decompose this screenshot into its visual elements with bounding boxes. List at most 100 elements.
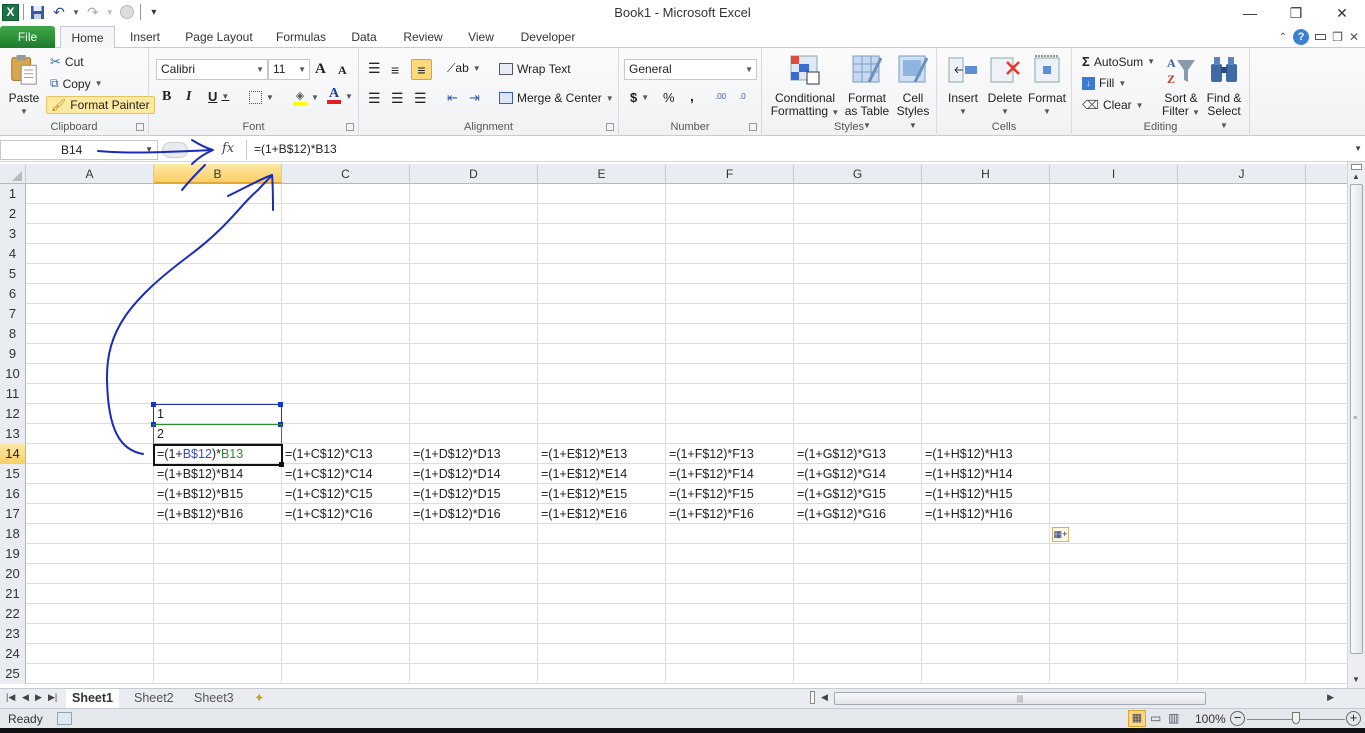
cell-b5[interactable] — [154, 264, 282, 284]
scroll-down-icon[interactable]: ▼ — [1352, 675, 1360, 684]
cell-f3[interactable] — [666, 224, 794, 244]
cell-d8[interactable] — [410, 324, 538, 344]
cell-e7[interactable] — [538, 304, 666, 324]
doc-minimize-icon[interactable] — [1315, 34, 1327, 40]
cell-j6[interactable] — [1178, 284, 1306, 304]
cell-g18[interactable] — [794, 524, 922, 544]
cell-i3[interactable] — [1050, 224, 1178, 244]
cell-b15[interactable]: =(1+B$12)*B14 — [154, 464, 282, 484]
cell-e17[interactable]: =(1+E$12)*E16 — [538, 504, 666, 524]
cell-a25[interactable] — [26, 664, 154, 684]
macro-record-icon[interactable] — [57, 712, 72, 725]
increase-indent-button[interactable]: ⇥ — [469, 90, 480, 106]
cell-e6[interactable] — [538, 284, 666, 304]
paste-button[interactable]: Paste ▼ — [6, 54, 42, 118]
cell-i24[interactable] — [1050, 644, 1178, 664]
cell-i19[interactable] — [1050, 544, 1178, 564]
format-painter-button[interactable]: 🖌 Format Painter — [46, 96, 155, 114]
formula-input[interactable]: =(1+B$12)*B13 — [246, 140, 1353, 160]
align-left-button[interactable]: ☰ — [368, 90, 381, 107]
font-name-select[interactable]: Calibri ▼ — [156, 59, 268, 80]
cell-b2[interactable] — [154, 204, 282, 224]
number-launcher-icon[interactable] — [749, 123, 757, 131]
cell-i5[interactable] — [1050, 264, 1178, 284]
row-header-11[interactable]: 11 — [0, 384, 26, 404]
cell-a2[interactable] — [26, 204, 154, 224]
underline-button[interactable]: U ▼ — [208, 89, 229, 104]
row-header-19[interactable]: 19 — [0, 544, 26, 564]
row-header-1[interactable]: 1 — [0, 184, 26, 204]
cell-h18[interactable] — [922, 524, 1050, 544]
cell-g3[interactable] — [794, 224, 922, 244]
cut-button[interactable]: ✂ Cut — [50, 54, 84, 70]
autosum-button[interactable]: Σ AutoSum ▼ — [1082, 54, 1155, 69]
range-handle[interactable] — [278, 422, 283, 427]
column-header-j[interactable]: J — [1178, 164, 1306, 184]
column-header-h[interactable]: H — [922, 164, 1050, 184]
cell-b4[interactable] — [154, 244, 282, 264]
cell-i21[interactable] — [1050, 584, 1178, 604]
cell-a4[interactable] — [26, 244, 154, 264]
format-cells-button[interactable]: Format ▼ — [1025, 54, 1069, 118]
cell-d6[interactable] — [410, 284, 538, 304]
cell-i25[interactable] — [1050, 664, 1178, 684]
zoom-slider-thumb[interactable] — [1292, 712, 1300, 724]
row-header-6[interactable]: 6 — [0, 284, 26, 304]
cell-f10[interactable] — [666, 364, 794, 384]
cell-b13[interactable]: 2 — [154, 424, 282, 444]
cell-f7[interactable] — [666, 304, 794, 324]
cell-i2[interactable] — [1050, 204, 1178, 224]
cell-d17[interactable]: =(1+D$12)*D16 — [410, 504, 538, 524]
row-header-17[interactable]: 17 — [0, 504, 26, 524]
cell-h8[interactable] — [922, 324, 1050, 344]
scroll-up-icon[interactable]: ▲ — [1352, 172, 1360, 181]
cell-d16[interactable]: =(1+D$12)*D15 — [410, 484, 538, 504]
cell-b14[interactable]: =(1+B$12)*B13 — [154, 444, 282, 464]
cell-j4[interactable] — [1178, 244, 1306, 264]
cell-d15[interactable]: =(1+D$12)*D14 — [410, 464, 538, 484]
font-color-button[interactable]: A ▼ — [327, 87, 353, 104]
cell-h5[interactable] — [922, 264, 1050, 284]
cell-f24[interactable] — [666, 644, 794, 664]
cell-c9[interactable] — [282, 344, 410, 364]
cell-c16[interactable]: =(1+C$12)*C15 — [282, 484, 410, 504]
cell-g23[interactable] — [794, 624, 922, 644]
cell-j25[interactable] — [1178, 664, 1306, 684]
cell-i17[interactable] — [1050, 504, 1178, 524]
zoom-out-icon[interactable]: − — [1230, 711, 1245, 726]
cell-a22[interactable] — [26, 604, 154, 624]
cell-f2[interactable] — [666, 204, 794, 224]
cell-i7[interactable] — [1050, 304, 1178, 324]
row-header-4[interactable]: 4 — [0, 244, 26, 264]
cell-g9[interactable] — [794, 344, 922, 364]
cell-c18[interactable] — [282, 524, 410, 544]
cell-d11[interactable] — [410, 384, 538, 404]
cell-a8[interactable] — [26, 324, 154, 344]
percent-button[interactable]: % — [663, 90, 675, 105]
cell-j9[interactable] — [1178, 344, 1306, 364]
cell-b20[interactable] — [154, 564, 282, 584]
cell-b10[interactable] — [154, 364, 282, 384]
cell-f5[interactable] — [666, 264, 794, 284]
cell-g20[interactable] — [794, 564, 922, 584]
cell-h11[interactable] — [922, 384, 1050, 404]
cell-a20[interactable] — [26, 564, 154, 584]
cell-e4[interactable] — [538, 244, 666, 264]
row-header-10[interactable]: 10 — [0, 364, 26, 384]
cell-j22[interactable] — [1178, 604, 1306, 624]
cell-h25[interactable] — [922, 664, 1050, 684]
cell-f21[interactable] — [666, 584, 794, 604]
row-header-15[interactable]: 15 — [0, 464, 26, 484]
column-header-g[interactable]: G — [794, 164, 922, 184]
cell-c20[interactable] — [282, 564, 410, 584]
cell-g19[interactable] — [794, 544, 922, 564]
cell-e18[interactable] — [538, 524, 666, 544]
tab-view[interactable]: View — [460, 26, 502, 48]
insert-function-icon[interactable]: fx — [222, 141, 234, 156]
cell-g5[interactable] — [794, 264, 922, 284]
cell-i10[interactable] — [1050, 364, 1178, 384]
cell-e23[interactable] — [538, 624, 666, 644]
cell-g25[interactable] — [794, 664, 922, 684]
sheet-tab-sheet2[interactable]: Sheet2 — [134, 689, 174, 708]
merge-center-button[interactable]: Merge & Center ▼ — [499, 91, 614, 105]
